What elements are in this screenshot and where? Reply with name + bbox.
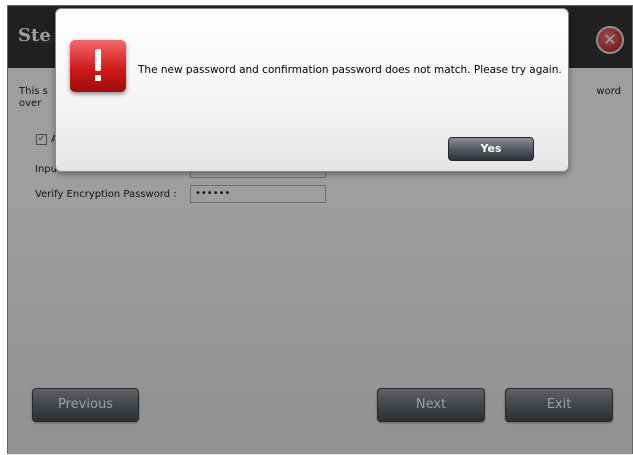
error-message: The new password and confirmation passwo…: [138, 64, 562, 76]
alert-icon: [70, 40, 126, 92]
error-dialog: The new password and confirmation passwo…: [55, 8, 569, 172]
yes-button[interactable]: Yes: [448, 137, 534, 161]
